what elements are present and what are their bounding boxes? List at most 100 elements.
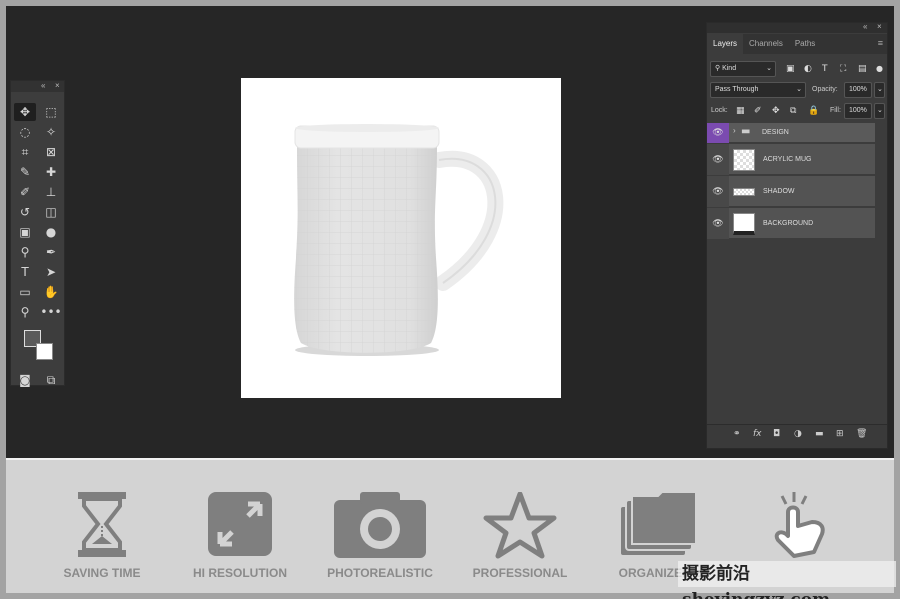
filter-kind-value: Kind: [722, 65, 737, 72]
magic-wand-tool-icon[interactable]: ✧: [40, 123, 62, 141]
chevron-right-icon[interactable]: ›: [733, 126, 736, 135]
document-canvas[interactable]: [241, 78, 561, 398]
filter-kind-select[interactable]: ⚲ Kind ⌄: [710, 61, 776, 77]
feature-label: PROFESSIONAL: [472, 566, 568, 580]
visibility-eye-icon[interactable]: 👁: [707, 176, 729, 207]
link-layers-icon[interactable]: ⚭: [733, 429, 741, 439]
lasso-tool-icon[interactable]: ◌: [14, 123, 36, 141]
pixel-filter-icon[interactable]: ▣: [786, 61, 795, 77]
layer-thumbnail: [733, 149, 755, 171]
layer-name: DESIGN: [762, 129, 789, 136]
eraser-tool-icon[interactable]: ◫: [40, 203, 62, 221]
add-mask-icon[interactable]: ◘: [773, 429, 780, 439]
chevron-down-icon: ⌄: [796, 86, 802, 93]
layers-panel: « × Layers Channels Paths ≡ ⚲ Kind ⌄ ▣ ◐…: [706, 22, 888, 449]
new-group-icon[interactable]: ▬: [815, 429, 824, 439]
type-tool-icon[interactable]: T: [14, 263, 36, 281]
screen-mode-icon[interactable]: ⧉: [40, 371, 62, 389]
new-layer-icon[interactable]: ⊞: [836, 429, 844, 439]
layers-panel-header: « ×: [707, 22, 887, 33]
visibility-eye-icon[interactable]: 👁: [707, 208, 729, 239]
smart-object-filter-icon[interactable]: ▤: [858, 61, 867, 77]
chevron-down-icon: ⌄: [766, 65, 772, 72]
tools-panel: « × ✥ ⬚ ◌ ✧ ⌗ ⊠ ✎ ✚ ✐ ⊥ ↺ ◫ ▣ ● ⚲ ✒ T ➤ ▭ ✋ ⚲ ••• ◙ ⧉: [10, 80, 65, 389]
history-brush-tool-icon[interactable]: ↺: [14, 203, 36, 221]
visibility-eye-icon[interactable]: 👁: [707, 123, 729, 143]
opacity-dropdown[interactable]: ⌄: [874, 82, 885, 98]
lock-all-icon[interactable]: 🔒: [808, 103, 819, 119]
hand-tool-icon[interactable]: ✋: [40, 283, 62, 301]
layer-row-background[interactable]: 👁 BACKGROUND: [707, 208, 875, 239]
feature-hi-resolution: HI RESOLUTION: [193, 492, 287, 592]
lock-pixels-icon[interactable]: ✐: [754, 103, 762, 119]
marquee-tool-icon[interactable]: ⬚: [40, 103, 62, 121]
close-icon[interactable]: ×: [877, 22, 882, 31]
collapse-icon[interactable]: «: [41, 81, 45, 90]
stamp-tool-icon[interactable]: ⊥: [40, 183, 62, 201]
feature-photorealistic: PHOTOREALISTIC: [327, 492, 433, 592]
eyedropper-tool-icon[interactable]: ✎: [14, 163, 36, 181]
filter-toggle-icon[interactable]: ●: [876, 61, 883, 77]
gradient-tool-icon[interactable]: ▣: [14, 223, 36, 241]
collapse-icon[interactable]: «: [863, 22, 867, 31]
feature-professional: PROFESSIONAL: [473, 491, 567, 592]
brush-tool-icon[interactable]: ✐: [14, 183, 36, 201]
visibility-eye-icon[interactable]: 👁: [707, 144, 729, 175]
adjustment-filter-icon[interactable]: ◐: [804, 61, 812, 77]
healing-tool-icon[interactable]: ✚: [40, 163, 62, 181]
panel-menu-icon[interactable]: ≡: [878, 38, 883, 48]
folder-icon: ▬: [741, 126, 751, 137]
pen-tool-icon[interactable]: ✒: [40, 243, 62, 261]
expand-icon: [208, 492, 272, 556]
adjustment-layer-icon[interactable]: ◑: [794, 429, 802, 439]
blend-row: Pass Through ⌄ Opacity: 100% ⌄: [710, 82, 885, 99]
tools-panel-header: « ×: [11, 81, 64, 92]
layer-row-shadow[interactable]: 👁 SHADOW: [707, 176, 875, 207]
tap-hand-icon: [774, 492, 825, 558]
type-filter-icon[interactable]: T: [822, 61, 828, 77]
quick-mask-icon[interactable]: ◙: [14, 371, 36, 389]
blend-mode-value: Pass Through: [715, 86, 759, 93]
frame-tool-icon[interactable]: ⊠: [40, 143, 62, 161]
crop-tool-icon[interactable]: ⌗: [14, 143, 36, 161]
lock-transparent-icon[interactable]: ▦: [736, 103, 745, 119]
camera-icon: [334, 492, 426, 558]
lock-position-icon[interactable]: ✥: [772, 103, 780, 119]
move-tool-icon[interactable]: ✥: [14, 103, 36, 121]
hourglass-icon: [78, 492, 126, 557]
fill-dropdown[interactable]: ⌄: [874, 103, 885, 119]
blend-mode-select[interactable]: Pass Through ⌄: [710, 82, 806, 98]
lock-artboard-icon[interactable]: ⧉: [790, 103, 796, 119]
fx-icon[interactable]: fx: [753, 429, 762, 439]
layer-name: BACKGROUND: [763, 220, 814, 227]
zoom-tool-icon[interactable]: ⚲: [14, 303, 36, 321]
shape-filter-icon[interactable]: ⛶: [840, 61, 846, 77]
layer-thumbnail: [733, 188, 755, 196]
feature-label: SAVING TIME: [63, 566, 141, 580]
layer-name: ACRYLIC MUG: [763, 156, 812, 163]
filter-row: ⚲ Kind ⌄ ▣ ◐ T ⛶ ▤ ●: [710, 61, 885, 78]
watermark-text: 摄影前沿 sheyingzyz.com: [678, 561, 896, 599]
layer-name: SHADOW: [763, 188, 795, 195]
dodge-tool-icon[interactable]: ⚲: [14, 243, 36, 261]
feature-saving-time: SAVING TIME: [62, 492, 142, 592]
rectangle-tool-icon[interactable]: ▭: [14, 283, 36, 301]
trash-icon[interactable]: 🗑: [856, 429, 867, 439]
layer-row-acrylic-mug[interactable]: 👁 ACRYLIC MUG: [707, 144, 875, 175]
tab-channels[interactable]: Channels: [743, 34, 789, 54]
layer-row-design[interactable]: 👁 › ▬ DESIGN: [707, 123, 875, 143]
blur-tool-icon[interactable]: ●: [40, 223, 62, 241]
tab-paths[interactable]: Paths: [789, 34, 821, 54]
opacity-input[interactable]: 100%: [844, 82, 872, 98]
acrylic-mug-image: [294, 124, 504, 356]
more-tools-icon[interactable]: •••: [40, 303, 62, 321]
close-icon[interactable]: ×: [55, 81, 60, 90]
panel-tabs: Layers Channels Paths ≡: [707, 34, 887, 54]
feature-label: HI RESOLUTION: [192, 566, 288, 580]
tab-layers[interactable]: Layers: [707, 34, 744, 54]
path-select-tool-icon[interactable]: ➤: [40, 263, 62, 281]
layer-thumbnail: [733, 213, 755, 235]
background-color-swatch[interactable]: [36, 343, 53, 360]
fill-input[interactable]: 100%: [844, 103, 872, 119]
feature-label: PHOTOREALISTIC: [327, 566, 433, 580]
